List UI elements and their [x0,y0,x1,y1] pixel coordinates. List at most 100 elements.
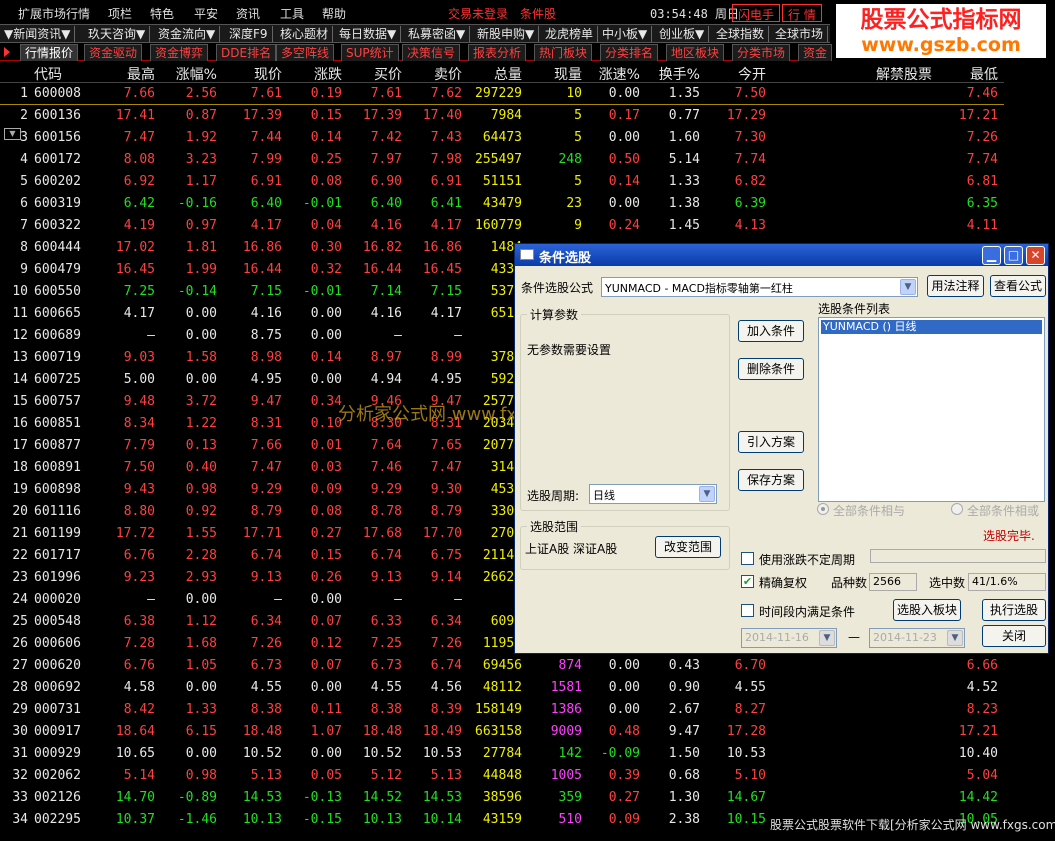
toolbar-global-market[interactable]: 全球市场 [771,26,829,42]
table-row[interactable]: 27 000620 6.76 1.05 6.73 0.07 6.73 6.74 69456 874… [0,655,1004,677]
list-item[interactable]: YUNMACD () 日线 [821,320,1042,334]
toolbar-news[interactable]: ▼新闻资讯▼ [0,26,76,42]
cell-change: 0.27 [310,526,342,541]
table-row[interactable]: 32 002062 5.14 0.98 5.13 0.05 5.12 5.13 44848 100… [0,765,1004,787]
table-row[interactable]: 7 600322 4.19 0.97 4.17 0.04 4.16 4.17 160779 9 0.… [0,215,1004,237]
date-to[interactable]: 2014-11-23 ▼ [869,628,965,648]
cell-ask: 10.14 [422,812,462,827]
chevron-down-icon[interactable]: ▼ [699,486,715,502]
table-row[interactable]: 4 600172 8.08 3.23 7.99 0.25 7.97 7.98 255497 248… [0,149,1004,171]
menu-pingan[interactable]: 平安 [194,5,218,22]
quote-button[interactable]: 行 情 [782,4,822,22]
period-select[interactable]: 日线 ▼ [589,484,717,504]
tab-category-rank[interactable]: 分类排名 [600,44,659,61]
cell-high: 5.00 [123,372,155,387]
table-row[interactable]: 31 000929 10.65 0.00 10.52 0.00 10.52 10.53 2778… [0,743,1004,765]
toolbar-jiutian[interactable]: 玖天咨询▼ [84,26,151,42]
col-code[interactable]: 代码 [34,64,62,84]
col-bid[interactable]: 买价 [344,64,402,84]
flash-trade-button[interactable]: 闪电手 [732,4,781,22]
toolbar-depth-f9[interactable]: 深度F9 [225,26,273,42]
save-plan-button[interactable]: 保存方案 [738,469,804,491]
col-open[interactable]: 今开 [708,64,766,84]
toolbar-sme-board[interactable]: 中小板▼ [598,26,653,42]
toolbar-private-letter[interactable]: 私募密函▼ [404,26,471,42]
col-speed[interactable]: 涨速% [580,64,640,84]
toolbar-dragon-tiger[interactable]: 龙虎榜单 [541,26,599,42]
col-change-pct[interactable]: 涨幅% [155,64,217,84]
tab-category-market[interactable]: 分类市场 [732,44,791,61]
exact-adjust-checkbox[interactable]: ✔ [741,575,754,588]
menu-extended-market[interactable]: 扩展市场行情 [18,5,90,22]
table-row[interactable]: 1 600008 7.66 2.56 7.61 0.19 7.61 7.62 297229 10 0… [0,83,1004,105]
table-row[interactable]: 30 000917 18.64 6.15 18.48 1.07 18.48 18.49 6631… [0,721,1004,743]
toolbar-gem-board[interactable]: 创业板▼ [655,26,710,42]
import-plan-button[interactable]: 引入方案 [738,431,804,453]
col-volume[interactable]: 总量 [464,64,522,84]
tab-long-short[interactable]: 多空阵线 [276,44,335,61]
radio-or[interactable] [951,503,963,515]
table-row[interactable]: 29 000731 8.42 1.33 8.38 0.11 8.38 8.39 158149 13… [0,699,1004,721]
menu-columns[interactable]: 项栏 [108,5,132,22]
tab-fund-game[interactable]: 资金博弈 [150,44,209,61]
cell-code: 600665 [34,306,81,321]
tab-region-sectors[interactable]: 地区板块 [666,44,725,61]
table-row[interactable]: 2 600136 17.41 0.87 17.39 0.15 17.39 17.40 7984 5… [0,105,1004,127]
col-unlocked-shares[interactable]: 解禁股票 [850,64,932,84]
toolbar-core-topics[interactable]: 核心题材 [276,26,334,42]
add-condition-button[interactable]: 加入条件 [738,320,804,342]
table-row[interactable]: 5 600202 6.92 1.17 6.91 0.08 6.90 6.91 51151 5 0.1… [0,171,1004,193]
timerange-checkbox[interactable] [741,604,754,617]
col-low[interactable]: 最低 [940,64,998,84]
close-icon[interactable]: ✕ [1026,246,1045,265]
toolbar-ipo[interactable]: 新股申购▼ [473,26,540,42]
radio-and-label: 全部条件相与 [833,504,906,518]
table-row[interactable]: 3 600156 7.47 1.92 7.44 0.14 7.42 7.43 64473 5 0.0… [0,127,1004,149]
pick-status[interactable]: 条件股 [520,5,556,22]
delete-condition-button[interactable]: 删除条件 [738,358,804,380]
table-row[interactable]: 33 002126 14.70 -0.89 14.53 -0.13 14.52 14.53 38… [0,787,1004,809]
tab-decision-signal[interactable]: 决策信号 [402,44,461,61]
tab-dde-rank[interactable]: DDE排名 [216,44,277,61]
view-formula-button[interactable]: 查看公式 [990,275,1046,297]
menu-help[interactable]: 帮助 [322,5,346,22]
maximize-icon[interactable]: □ [1004,246,1023,265]
chevron-down-icon[interactable]: ▼ [900,279,916,295]
table-row[interactable]: 6 600319 6.42 -0.16 6.40 -0.01 6.40 6.41 43479 23… [0,193,1004,215]
col-last-volume[interactable]: 现量 [524,64,582,84]
menu-tools[interactable]: 工具 [280,5,304,22]
dialog-titlebar[interactable]: 条件选股 [515,244,1048,266]
formula-select[interactable]: YUNMACD - MACD指标零轴第一红柱 ▼ [601,277,918,297]
toolbar-global-index[interactable]: 全球指数 [712,26,770,42]
col-change[interactable]: 涨跌 [282,64,342,84]
close-button[interactable]: 关闭 [982,625,1046,647]
login-status[interactable]: 交易未登录 [448,5,508,22]
add-to-block-button[interactable]: 选股入板块 [893,599,961,621]
change-range-button[interactable]: 改变范围 [655,536,721,558]
execute-button[interactable]: 执行选股 [982,599,1046,621]
radio-and[interactable] [817,503,829,515]
col-turnover[interactable]: 换手% [640,64,700,84]
toolbar-fund-flow[interactable]: 资金流向▼ [154,26,221,42]
col-price[interactable]: 现价 [222,64,282,84]
menu-features[interactable]: 特色 [150,5,174,22]
menu-news[interactable]: 资讯 [236,5,260,22]
usage-notes-button[interactable]: 用法注释 [927,275,984,297]
table-row[interactable]: 28 000692 4.58 0.00 4.55 0.00 4.55 4.56 48112 158… [0,677,1004,699]
chevron-down-icon[interactable]: ▼ [819,630,835,646]
date-from[interactable]: 2014-11-16 ▼ [741,628,837,648]
minimize-icon[interactable]: ▁ [982,246,1001,265]
tab-funds[interactable]: 资金 [798,44,833,61]
toolbar-daily-data[interactable]: 每日数据▼ [335,26,402,42]
chevron-down-icon[interactable]: ▼ [947,630,963,646]
uncertain-period-checkbox[interactable] [741,552,754,565]
tab-arrow-icon[interactable] [4,47,10,57]
tab-hot-sectors[interactable]: 热门板块 [534,44,593,61]
tab-quotes[interactable]: 行情报价 [20,44,79,61]
col-ask[interactable]: 卖价 [404,64,462,84]
tab-report-analysis[interactable]: 报表分析 [468,44,527,61]
tab-fund-drive[interactable]: 资金驱动 [84,44,143,61]
tab-sup-stats[interactable]: SUP统计 [341,44,399,61]
col-high[interactable]: 最高 [95,64,155,84]
condition-list[interactable]: YUNMACD () 日线 [818,317,1045,502]
